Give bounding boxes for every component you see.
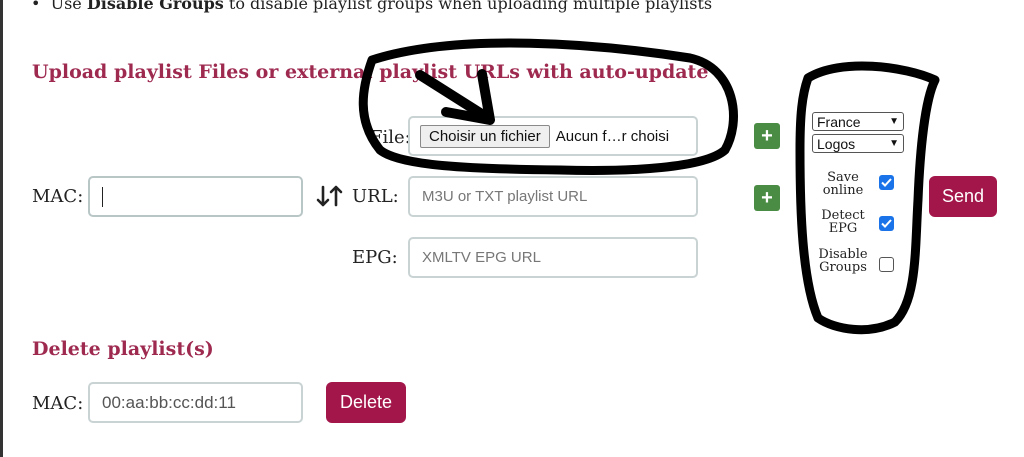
delete-button[interactable]: Delete xyxy=(326,382,406,423)
intro-prefix: Use xyxy=(50,0,87,13)
url-label: URL: xyxy=(352,186,399,207)
chevron-down-icon: ▼ xyxy=(889,116,899,127)
add-url-button[interactable]: + xyxy=(754,185,780,211)
epg-input[interactable]: XMLTV EPG URL xyxy=(408,237,698,278)
intro-bold: Disable Groups xyxy=(86,0,224,13)
save-online-checkbox[interactable] xyxy=(879,175,894,190)
swap-vertical-icon[interactable] xyxy=(316,184,344,208)
file-status: Aucun f…r choisi xyxy=(555,127,670,145)
delete-mac-placeholder: 00:aa:bb:cc:dd:11 xyxy=(102,392,236,412)
file-label: File: xyxy=(370,127,411,148)
delete-heading: Delete playlist(s) xyxy=(32,338,214,360)
chevron-down-icon: ▼ xyxy=(889,138,899,149)
choose-file-button[interactable]: Choisir un fichier xyxy=(420,124,550,148)
mac-input[interactable] xyxy=(88,176,303,217)
upload-heading: Upload playlist Files or external playli… xyxy=(32,61,709,83)
delete-mac-label: MAC: xyxy=(32,393,84,414)
text-caret xyxy=(102,186,103,207)
logos-select[interactable]: Logos ▼ xyxy=(812,134,904,153)
url-input[interactable]: M3U or TXT playlist URL xyxy=(408,176,698,217)
url-placeholder: M3U or TXT playlist URL xyxy=(422,188,588,205)
add-file-button[interactable]: + xyxy=(754,123,780,149)
bullet-icon: • xyxy=(31,0,51,13)
detect-epg-label: Detect EPG xyxy=(821,208,865,236)
send-button[interactable]: Send xyxy=(929,176,997,217)
save-online-label: Save online xyxy=(822,170,864,198)
file-input[interactable]: Choisir un fichier Aucun f…r choisi xyxy=(408,116,698,156)
logos-select-value: Logos xyxy=(817,135,856,152)
country-select[interactable]: France ▼ xyxy=(812,112,904,131)
check-icon xyxy=(881,219,892,228)
disable-groups-label: Disable Groups xyxy=(818,247,868,275)
country-select-value: France xyxy=(817,113,861,130)
epg-label: EPG: xyxy=(352,247,398,268)
intro-bullet: • Use Disable Groups to disable playlist… xyxy=(31,0,712,13)
check-icon xyxy=(881,178,892,187)
disable-groups-checkbox[interactable] xyxy=(879,257,894,272)
epg-placeholder: XMLTV EPG URL xyxy=(422,249,541,266)
mac-label: MAC: xyxy=(32,186,84,207)
delete-mac-input[interactable]: 00:aa:bb:cc:dd:11 xyxy=(88,382,303,423)
intro-suffix: to disable playlist groups when uploadin… xyxy=(223,0,713,13)
left-border xyxy=(0,0,3,457)
annotation-loop xyxy=(795,61,940,335)
detect-epg-checkbox[interactable] xyxy=(879,216,894,231)
